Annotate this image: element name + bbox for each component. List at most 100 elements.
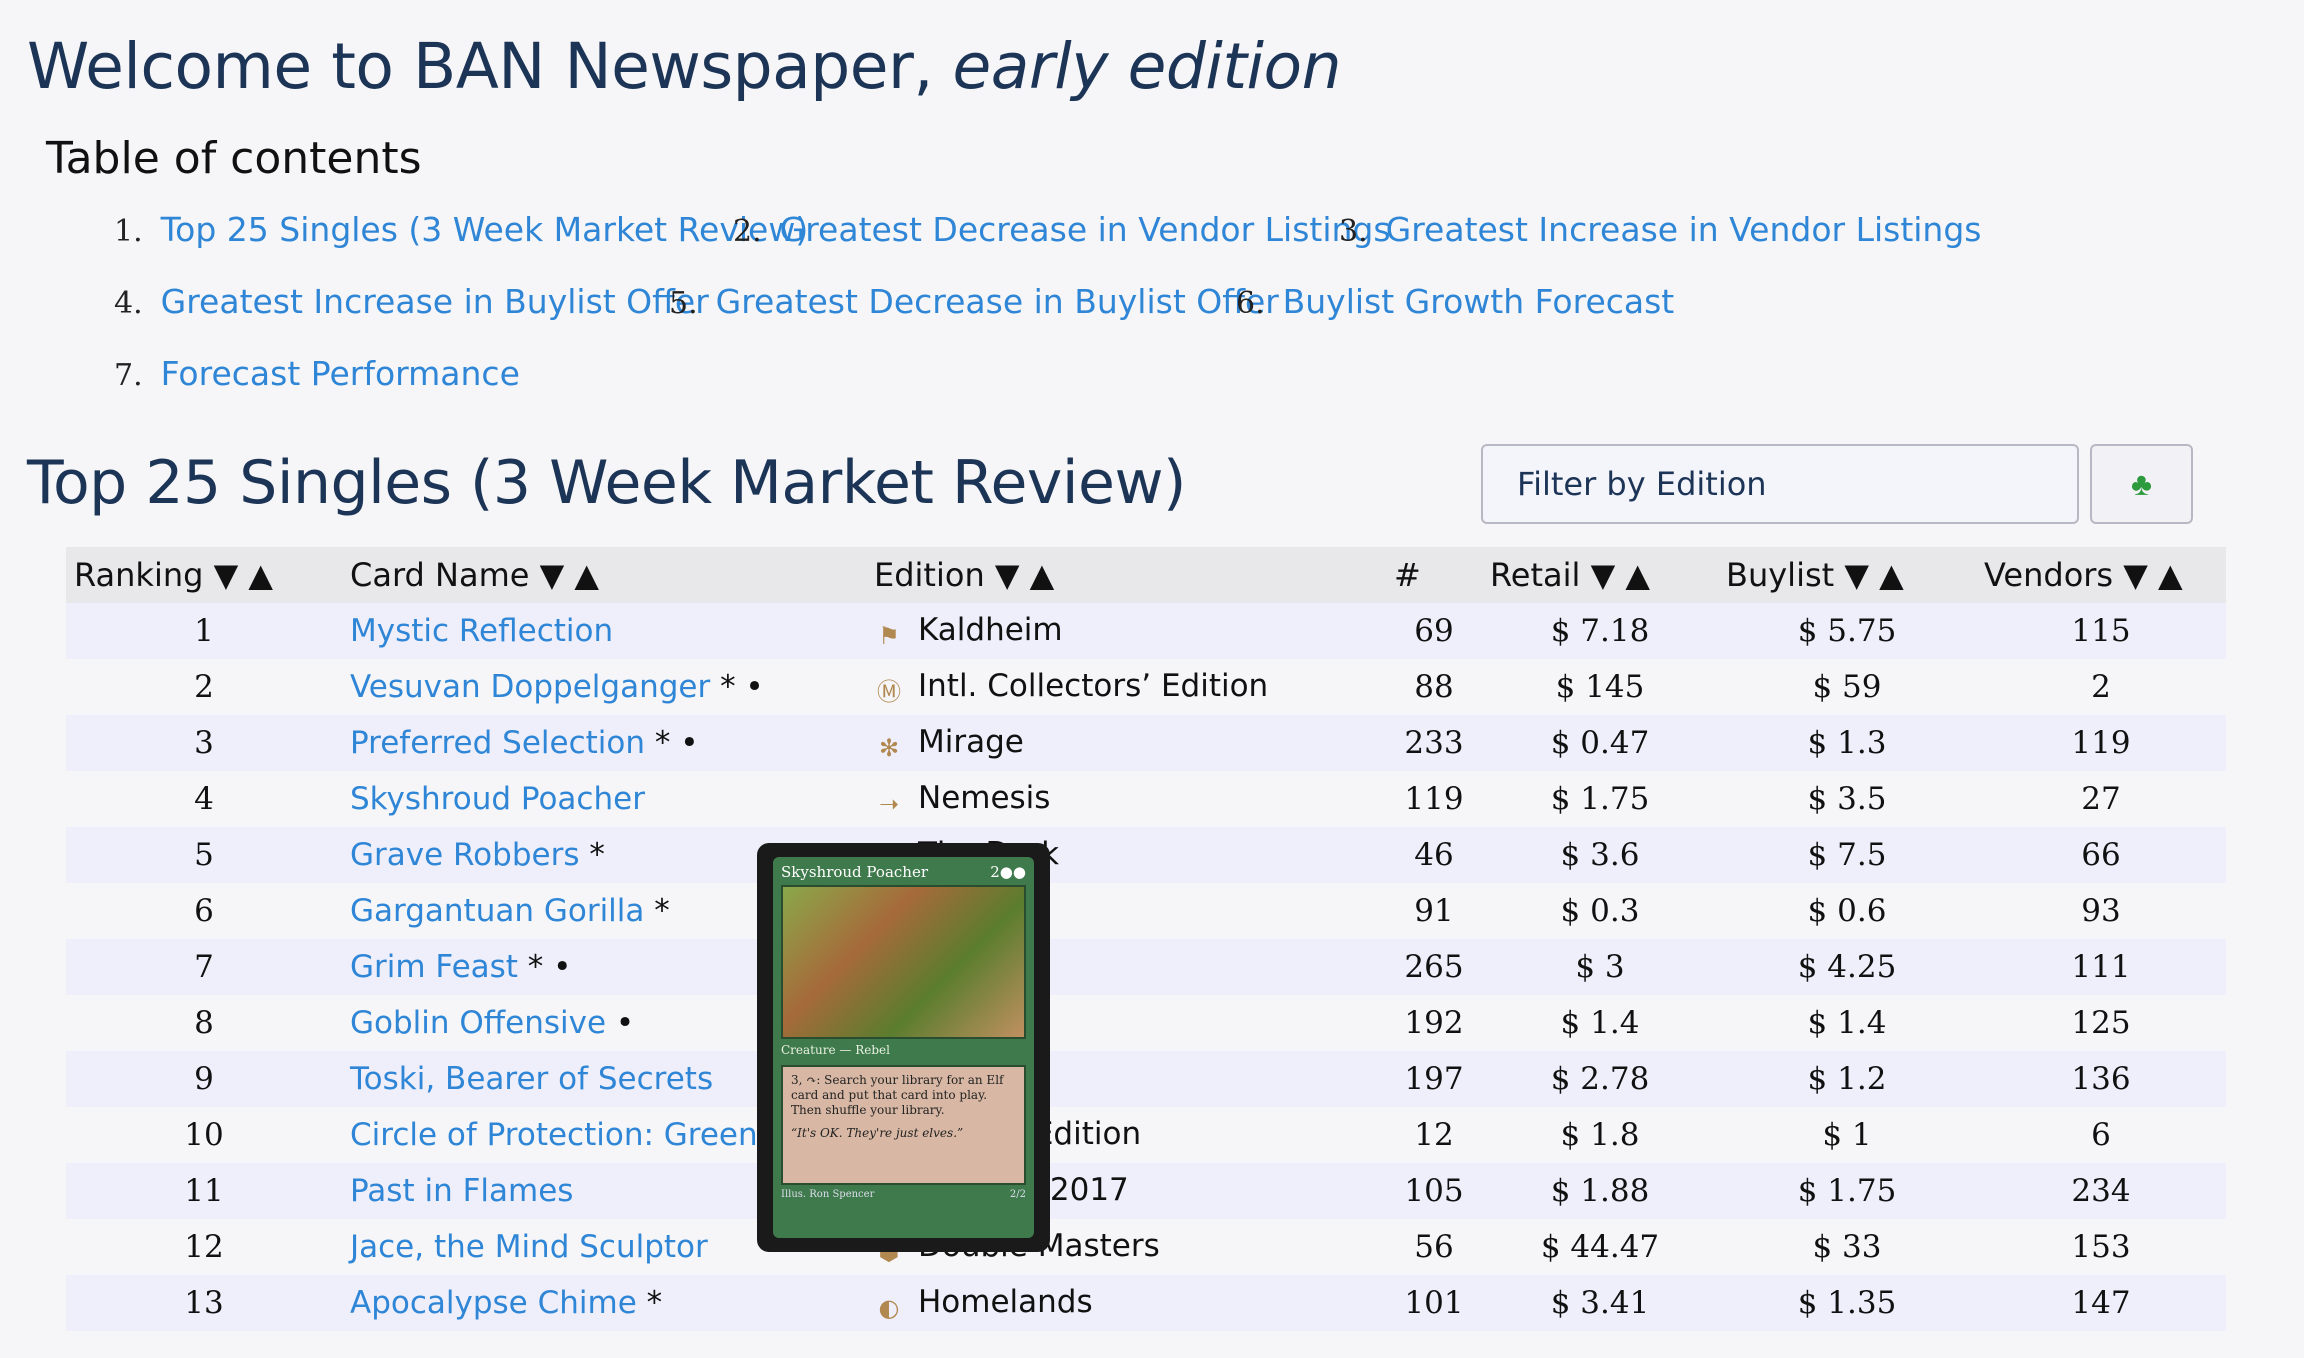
retail-cell: $ 3.6 bbox=[1482, 827, 1718, 883]
count-cell: 91 bbox=[1386, 883, 1482, 939]
toc-item-3: 3. Greatest Increase in Vendor Listings bbox=[1339, 210, 1981, 249]
card-preview-cost: 2●● bbox=[990, 863, 1026, 881]
toc-link-increase-vendor-listings[interactable]: Greatest Increase in Vendor Listings bbox=[1386, 210, 1982, 249]
retail-cell: $ 44.47 bbox=[1482, 1219, 1718, 1275]
header-buylist[interactable]: Buylist ▼ ▲ bbox=[1718, 547, 1976, 603]
toc-number: 3. bbox=[1339, 214, 1368, 249]
card-preview-type: Creature — Rebel bbox=[781, 1043, 890, 1057]
retail-cell: $ 1.88 bbox=[1482, 1163, 1718, 1219]
buylist-cell: $ 33 bbox=[1718, 1219, 1976, 1275]
card-credit-line: Illus. Ron Spencer 2/2 bbox=[781, 1189, 1026, 1200]
toc-link-forecast-performance[interactable]: Forecast Performance bbox=[161, 354, 520, 393]
toc-link-decrease-vendor-listings[interactable]: Greatest Decrease in Vendor Listings bbox=[780, 210, 1391, 249]
vendors-cell: 119 bbox=[1976, 715, 2226, 771]
edition-cell: ✻ Mirage bbox=[866, 715, 1386, 771]
table-body: 1 Mystic Reflection ⚑ Kaldheim 69 $ 7.18 $ 5.7… bbox=[66, 603, 2226, 1331]
card-preview-rules: 3, ↷: Search your library for an Elf car… bbox=[791, 1073, 1004, 1117]
toc-number: 1. bbox=[114, 214, 143, 249]
header-card-name[interactable]: Card Name ▼ ▲ bbox=[342, 547, 866, 603]
page-title-edition: early edition bbox=[952, 30, 1341, 103]
card-name-link[interactable]: Grave Robbers bbox=[350, 837, 579, 873]
card-name-link[interactable]: Gargantuan Gorilla bbox=[350, 893, 644, 929]
card-marks: * bbox=[636, 1285, 663, 1321]
vendors-cell: 115 bbox=[1976, 603, 2226, 659]
card-name-link[interactable]: Toski, Bearer of Secrets bbox=[350, 1061, 713, 1097]
card-name-link[interactable]: Past in Flames bbox=[350, 1173, 573, 1209]
retail-cell: $ 145 bbox=[1482, 659, 1718, 715]
card-name-link[interactable]: Vesuvan Doppelganger bbox=[350, 669, 710, 705]
toc-title: Table of contents bbox=[46, 133, 422, 184]
card-name-link[interactable]: Circle of Protection: Green bbox=[350, 1117, 758, 1153]
card-name-link[interactable]: Mystic Reflection bbox=[350, 613, 613, 649]
retail-cell: $ 1.4 bbox=[1482, 995, 1718, 1051]
vendors-cell: 234 bbox=[1976, 1163, 2226, 1219]
vendors-cell: 153 bbox=[1976, 1219, 2226, 1275]
edition-name: Intl. Collectors’ Edition bbox=[918, 667, 1269, 704]
toc-number: 4. bbox=[114, 286, 143, 321]
vendors-cell: 6 bbox=[1976, 1107, 2226, 1163]
toc-number: 2. bbox=[733, 214, 762, 249]
header-count: # bbox=[1386, 547, 1482, 603]
table-row: 12Jace, the Mind Sculptor⬢Double Masters… bbox=[66, 1219, 2226, 1275]
toc-link-buylist-growth-forecast[interactable]: Buylist Growth Forecast bbox=[1283, 282, 1675, 321]
table-row: 4 Skyshroud Poacher ➝ Nemesis 119 $ 1.75 $ 3.5… bbox=[66, 771, 2226, 827]
retail-cell: $ 3.41 bbox=[1482, 1275, 1718, 1331]
clover-icon: ♣ bbox=[2131, 465, 2152, 502]
card-name-cell: Preferred Selection * • bbox=[342, 715, 866, 771]
count-cell: 46 bbox=[1386, 827, 1482, 883]
card-name-link[interactable]: Goblin Offensive bbox=[350, 1005, 606, 1041]
count-cell: 233 bbox=[1386, 715, 1482, 771]
rank-cell: 12 bbox=[66, 1219, 342, 1275]
buylist-cell: $ 1 bbox=[1718, 1107, 1976, 1163]
rank-cell: 8 bbox=[66, 995, 342, 1051]
vendors-cell: 147 bbox=[1976, 1275, 2226, 1331]
card-preview-flavor: “It's OK. They're just elves.” bbox=[791, 1126, 964, 1140]
buylist-cell: $ 59 bbox=[1718, 659, 1976, 715]
toc-number: 7. bbox=[114, 358, 143, 393]
filter-by-edition-input[interactable] bbox=[1481, 444, 2079, 524]
table-row: 3 Preferred Selection * • ✻ Mirage 233 $ 0.47… bbox=[66, 715, 2226, 771]
count-cell: 12 bbox=[1386, 1107, 1482, 1163]
header-ranking[interactable]: Ranking ▼ ▲ bbox=[66, 547, 342, 603]
rank-cell: 5 bbox=[66, 827, 342, 883]
retail-cell: $ 3 bbox=[1482, 939, 1718, 995]
card-text-box: 3, ↷: Search your library for an Elf car… bbox=[781, 1065, 1026, 1185]
table-header-row: Ranking ▼ ▲ Card Name ▼ ▲ Edition ▼ ▲ # … bbox=[66, 547, 2226, 603]
count-cell: 197 bbox=[1386, 1051, 1482, 1107]
card-marks: * bbox=[644, 893, 670, 929]
toc-link-increase-buylist-offer[interactable]: Greatest Increase in Buylist Offer bbox=[161, 282, 709, 321]
buylist-cell: $ 5.75 bbox=[1718, 603, 1976, 659]
toc-item-7: 7. Forecast Performance bbox=[114, 354, 520, 393]
page-title: Welcome to BAN Newspaper, early edition bbox=[27, 30, 1341, 103]
table-row: 9Toski, Bearer of Secrets❄197$ 2.78$ 1.2… bbox=[66, 1051, 2226, 1107]
retail-cell: $ 2.78 bbox=[1482, 1051, 1718, 1107]
toc-link-top-25-singles[interactable]: Top 25 Singles (3 Week Market Review) bbox=[161, 210, 809, 249]
card-preview-name: Skyshroud Poacher bbox=[781, 863, 928, 881]
edition-cell: ➝ Nemesis bbox=[866, 771, 1386, 827]
buylist-cell: $ 7.5 bbox=[1718, 827, 1976, 883]
card-marks: * • bbox=[710, 669, 764, 705]
toc-item-2: 2. Greatest Decrease in Vendor Listings bbox=[733, 210, 1391, 249]
section-title: Top 25 Singles (3 Week Market Review) bbox=[27, 448, 1186, 518]
rank-cell: 1 bbox=[66, 603, 342, 659]
count-cell: 105 bbox=[1386, 1163, 1482, 1219]
rank-cell: 2 bbox=[66, 659, 342, 715]
card-name-link[interactable]: Preferred Selection bbox=[350, 725, 645, 761]
card-name-link[interactable]: Skyshroud Poacher bbox=[350, 781, 645, 817]
clover-button[interactable]: ♣ bbox=[2090, 444, 2193, 524]
card-name-link[interactable]: Apocalypse Chime bbox=[350, 1285, 637, 1321]
card-name-cell: Skyshroud Poacher bbox=[342, 771, 866, 827]
header-retail[interactable]: Retail ▼ ▲ bbox=[1482, 547, 1718, 603]
card-name-link[interactable]: Grim Feast bbox=[350, 949, 518, 985]
card-marks: * • bbox=[645, 725, 699, 761]
header-vendors[interactable]: Vendors ▼ ▲ bbox=[1976, 547, 2226, 603]
vendors-cell: 2 bbox=[1976, 659, 2226, 715]
card-name-cell: Apocalypse Chime * bbox=[342, 1275, 866, 1331]
count-cell: 192 bbox=[1386, 995, 1482, 1051]
toc-link-decrease-buylist-offer[interactable]: Greatest Decrease in Buylist Offer bbox=[716, 282, 1279, 321]
card-name-link[interactable]: Jace, the Mind Sculptor bbox=[350, 1229, 708, 1265]
header-edition[interactable]: Edition ▼ ▲ bbox=[866, 547, 1386, 603]
edition-cell: ◐ Homelands bbox=[866, 1275, 1386, 1331]
card-marks: * • bbox=[517, 949, 572, 985]
buylist-cell: $ 4.25 bbox=[1718, 939, 1976, 995]
